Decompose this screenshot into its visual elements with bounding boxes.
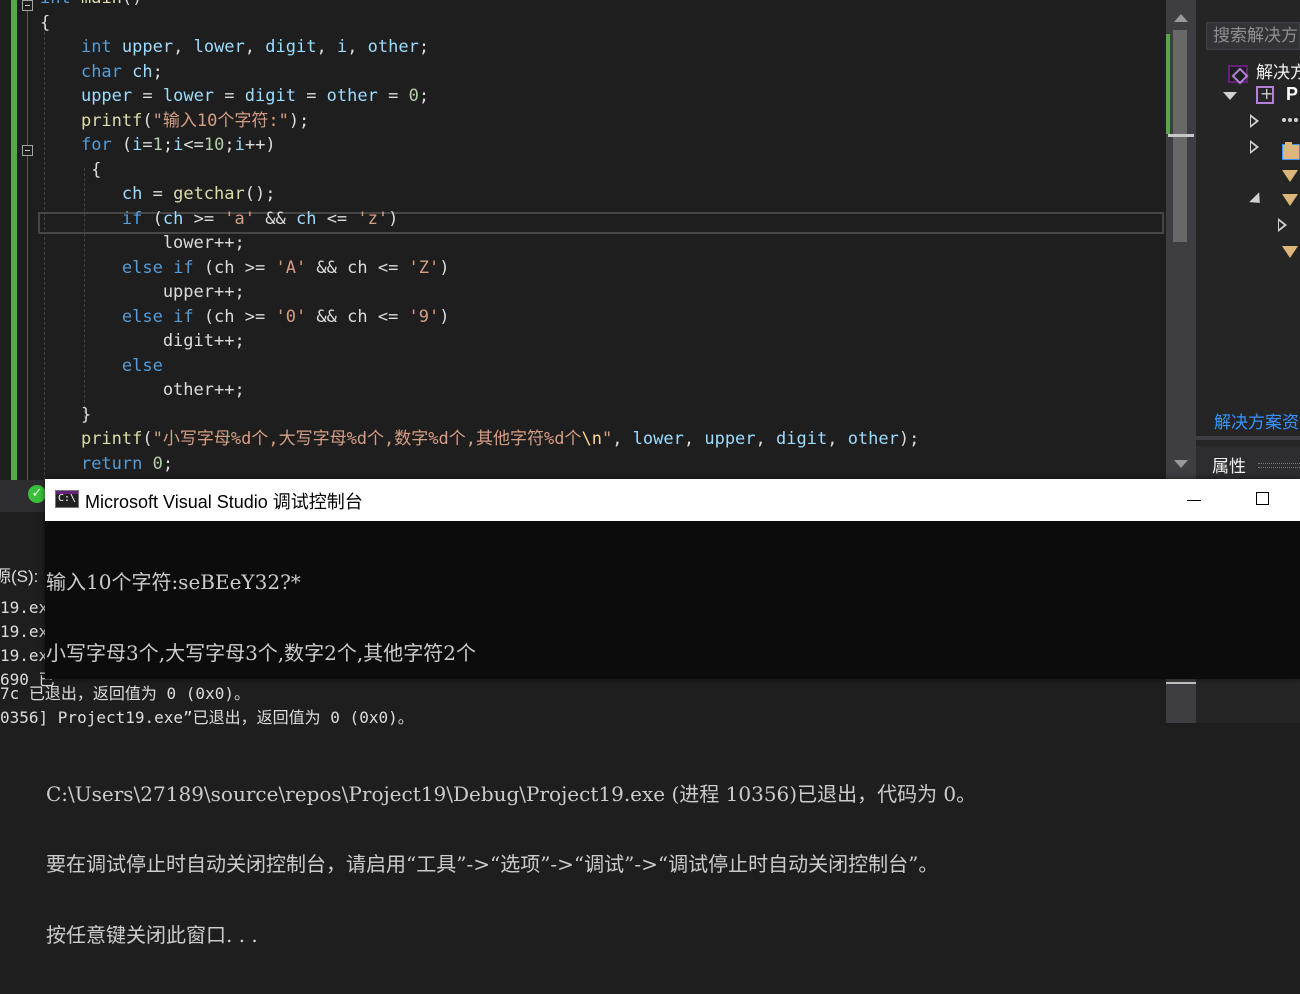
code-line: upper = lower = digit = other = 0;	[80, 86, 430, 106]
code-line: printf("小写字母%d个,大写字母%d个,数字%d个,其他字符%d个\n"…	[80, 429, 920, 449]
code-line: }	[40, 404, 92, 425]
project-label[interactable]: P	[1286, 84, 1298, 105]
expand-file-icon[interactable]	[1278, 218, 1287, 232]
properties-title: 属性	[1212, 457, 1246, 476]
console-line: 输入10个字符:seBEeY32?*	[46, 570, 301, 594]
code-line: if (ch >= 'a' && ch <= 'z')	[121, 208, 399, 229]
resource-folder-icon	[1282, 246, 1298, 258]
solution-node[interactable]: 解决方	[1228, 58, 1300, 83]
solution-label: 解决方	[1256, 63, 1300, 82]
expand-project-icon[interactable]	[1223, 92, 1237, 100]
code-line: return 0;	[80, 453, 174, 474]
change-marker	[1166, 34, 1170, 134]
status-strip: ✓	[0, 480, 50, 512]
references-icon	[1282, 118, 1298, 130]
filter-folder-icon	[1282, 170, 1298, 182]
code-line: upper++;	[40, 282, 245, 302]
code-line: other++;	[40, 380, 245, 400]
code-line: else	[121, 355, 163, 376]
code-line: ch = getchar();	[121, 184, 276, 204]
console-titlebar[interactable]: C:\ Microsoft Visual Studio 调试控制台	[45, 479, 1300, 521]
collapse-main-icon[interactable]	[22, 0, 33, 11]
output-scrollbar[interactable]	[1166, 676, 1196, 723]
change-indicator-bar	[11, 0, 17, 480]
project-icon	[1256, 84, 1274, 104]
panel-splitter[interactable]	[1196, 436, 1300, 440]
external-dependencies-icon	[1282, 142, 1300, 160]
scroll-up-arrow-icon[interactable]	[1174, 14, 1188, 22]
editor-vertical-scrollbar[interactable]	[1166, 0, 1196, 480]
visual-studio-solution-icon	[1228, 64, 1248, 83]
console-output[interactable]: 输入10个字符:seBEeY32?* 小写字母3个,大写字母3个,数字2个,其他…	[46, 524, 976, 994]
console-line: 要在调试停止时自动关闭控制台，请启用“工具”->“选项”->“调试”->“调试停…	[46, 852, 939, 876]
properties-panel-header: 属性	[1196, 446, 1300, 480]
code-line: lower++;	[40, 233, 245, 253]
collapse-for-icon[interactable]	[22, 145, 33, 156]
code-line: char ch;	[80, 61, 163, 82]
minimize-button[interactable]	[1175, 479, 1221, 521]
code-line: {	[40, 12, 51, 33]
debug-console-window[interactable]: C:\ Microsoft Visual Studio 调试控制台 输入10个字…	[45, 479, 1300, 946]
code-line: digit++;	[40, 331, 245, 351]
maximize-button[interactable]	[1245, 479, 1291, 521]
console-line: C:\Users\27189\source\repos\Project19\De…	[46, 781, 977, 806]
code-content[interactable]: int main() { int upper, lower, digit, i,…	[40, 0, 919, 476]
expand-source-folder-icon[interactable]	[1249, 192, 1265, 208]
console-line: 小写字母3个,大写字母3个,数字2个,其他字符2个	[46, 640, 476, 665]
code-line: {	[40, 159, 102, 180]
console-line: 按任意键关闭此窗口. . .	[46, 922, 258, 947]
check-circle-icon: ✓	[28, 485, 46, 503]
code-line: int main()	[40, 0, 142, 8]
output-text: 19.exe 19.exe 19.exe 690 已 7c 已退出，返回值为 0…	[0, 534, 414, 730]
code-line: printf("输入10个字符:");	[80, 110, 310, 131]
code-line: else if (ch >= '0' && ch <= '9')	[121, 306, 450, 327]
panel-grip[interactable]	[1258, 463, 1300, 468]
source-folder-icon	[1282, 194, 1298, 206]
solution-search-input[interactable]: 搜索解决方	[1206, 22, 1300, 50]
console-app-icon: C:\	[55, 490, 79, 508]
fold-line	[27, 0, 28, 480]
scroll-down-arrow-icon[interactable]	[1174, 460, 1188, 468]
code-line: else if (ch >= 'A' && ch <= 'Z')	[121, 257, 450, 278]
caret-marker	[1168, 134, 1194, 137]
editor-gutter	[0, 0, 40, 480]
code-line: for (i=1;i<=10;i++)	[80, 135, 276, 155]
solution-explorer-tab[interactable]: 解决方案资	[1214, 408, 1299, 433]
console-title: Microsoft Visual Studio 调试控制台	[85, 492, 363, 512]
expand-references-icon[interactable]	[1250, 114, 1259, 128]
code-line: int upper, lower, digit, i, other;	[80, 37, 430, 57]
expand-external-deps-icon[interactable]	[1250, 140, 1259, 154]
code-editor[interactable]: int main() { int upper, lower, digit, i,…	[0, 0, 1166, 480]
